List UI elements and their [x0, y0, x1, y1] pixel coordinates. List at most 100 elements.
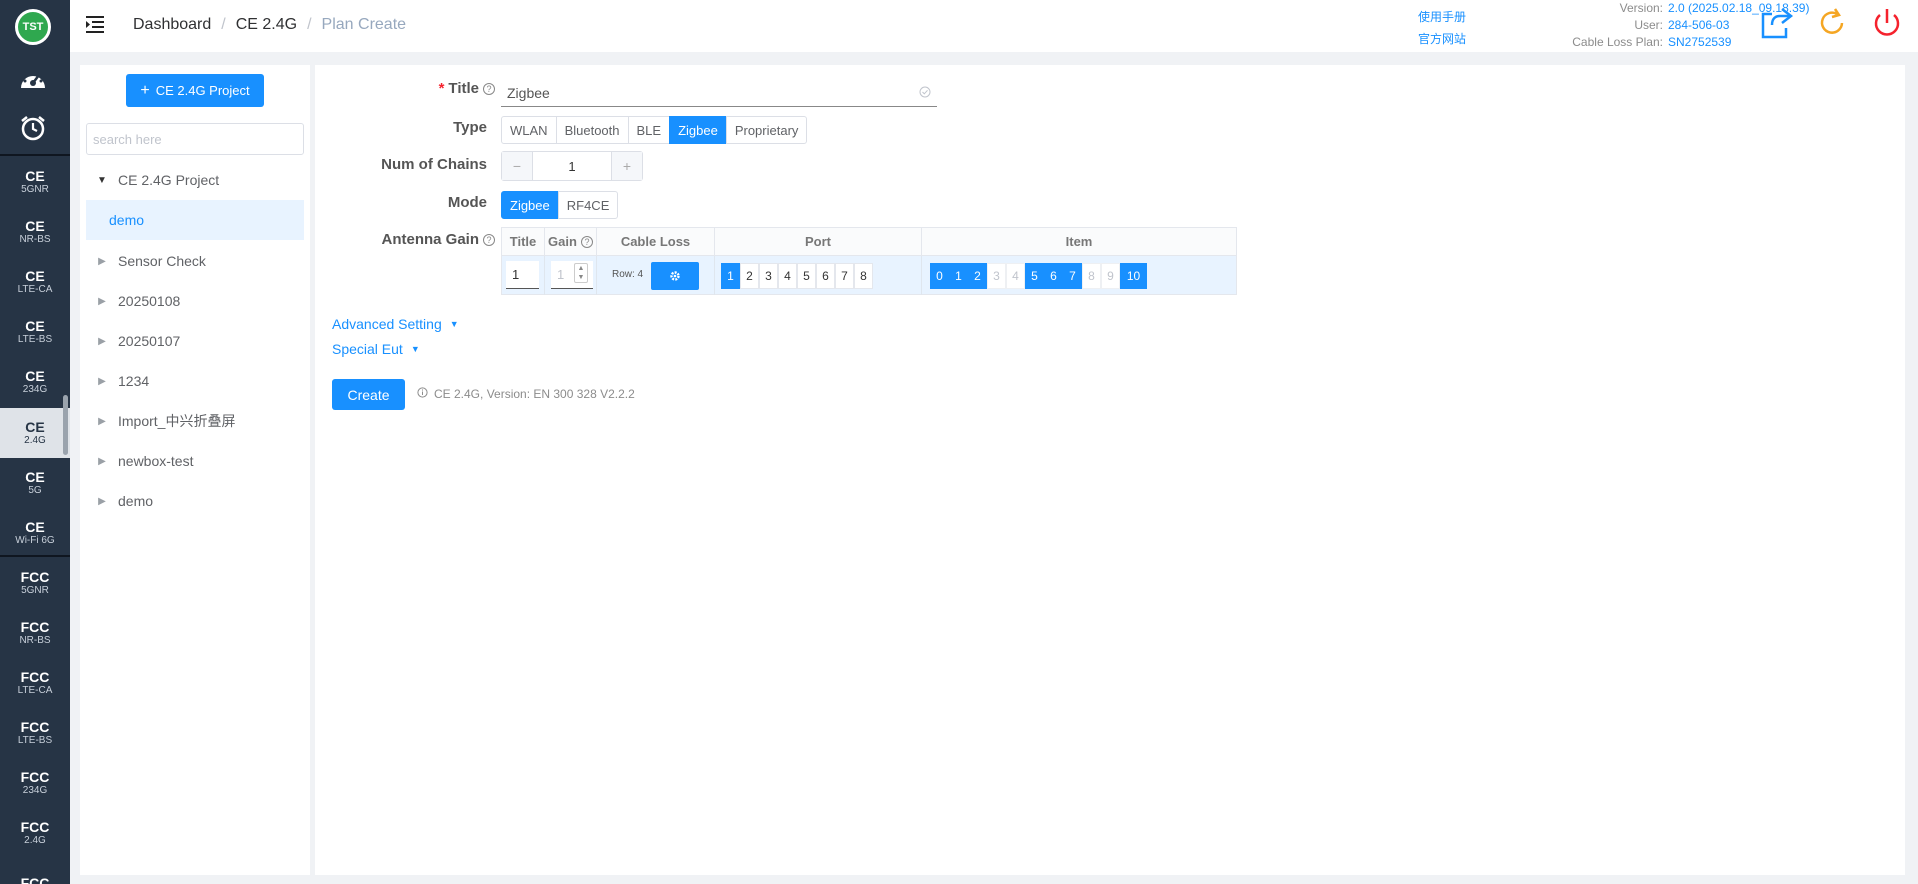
tree-node[interactable]: ▶ 20250108	[86, 281, 304, 321]
item-toggle-1[interactable]: 1	[949, 263, 968, 289]
rail-item-ce-wi-fi-6g[interactable]: CE Wi-Fi 6G	[0, 508, 70, 558]
type-option-proprietary[interactable]: Proprietary	[725, 116, 808, 144]
rail-item-band: 5GNR	[21, 585, 49, 596]
new-project-button[interactable]: + CE 2.4G Project	[126, 74, 264, 107]
port-toggle-6[interactable]: 6	[816, 263, 835, 289]
port-toggle-7[interactable]: 7	[835, 263, 854, 289]
type-option-bluetooth[interactable]: Bluetooth	[555, 116, 629, 144]
cable-loss-plan-value[interactable]: SN2752539	[1668, 34, 1731, 51]
port-toggle-2[interactable]: 2	[740, 263, 759, 289]
item-toggle-0[interactable]: 0	[930, 263, 949, 289]
dashboard-gauge-icon[interactable]	[17, 63, 49, 95]
help-icon[interactable]: ?	[483, 234, 495, 246]
rail-scrollbar[interactable]	[63, 395, 68, 455]
rail-item-fcc-lte-ca[interactable]: FCC LTE-CA	[0, 658, 70, 708]
menu-toggle-icon[interactable]	[86, 15, 108, 37]
rail-item-ce-5gnr[interactable]: CE 5GNR	[0, 157, 70, 207]
item-toggle-9[interactable]: 9	[1101, 263, 1120, 289]
item-toggle-4[interactable]: 4	[1006, 263, 1025, 289]
breadcrumb-dashboard[interactable]: Dashboard	[133, 16, 211, 34]
tree-search-input[interactable]	[86, 123, 304, 155]
caret-right-icon[interactable]: ▶	[94, 416, 110, 427]
port-toggle-3[interactable]: 3	[759, 263, 778, 289]
tree-node[interactable]: demo	[86, 200, 304, 240]
port-toggle-4[interactable]: 4	[778, 263, 797, 289]
breadcrumb-ce24g[interactable]: CE 2.4G	[236, 16, 297, 34]
decrement-button[interactable]: −	[502, 152, 532, 180]
type-option-zigbee[interactable]: Zigbee	[669, 116, 727, 144]
item-toggle-6[interactable]: 6	[1044, 263, 1063, 289]
tree-node[interactable]: ▶ demo	[86, 481, 304, 521]
refresh-icon[interactable]	[1815, 6, 1851, 42]
caret-down-icon[interactable]: ▼	[94, 175, 110, 186]
increment-button[interactable]: +	[612, 152, 642, 180]
mode-option-zigbee[interactable]: Zigbee	[501, 191, 559, 219]
item-toggle-5[interactable]: 5	[1025, 263, 1044, 289]
row-title-input[interactable]: 1	[506, 261, 539, 289]
tree-node[interactable]: ▶ Sensor Check	[86, 241, 304, 281]
port-toggle-8[interactable]: 8	[854, 263, 873, 289]
cable-loss-plan-label: Cable Loss Plan:	[1572, 35, 1663, 49]
tree-node[interactable]: ▼ CE 2.4G Project	[86, 160, 304, 200]
special-eut-toggle[interactable]: Special Eut ▼	[332, 341, 420, 357]
item-toggle-3[interactable]: 3	[987, 263, 1006, 289]
rail-item-fcc-more[interactable]: FCC	[0, 858, 70, 884]
rail-item-ce-lte-ca[interactable]: CE LTE-CA	[0, 257, 70, 307]
tree-node[interactable]: ▶ newbox-test	[86, 441, 304, 481]
rail-item-standard: CE	[25, 318, 45, 334]
item-toggle-7[interactable]: 7	[1063, 263, 1082, 289]
advanced-setting-toggle[interactable]: Advanced Setting ▼	[332, 316, 459, 332]
gain-input[interactable]: 1 ▲ ▼	[551, 261, 593, 289]
power-icon[interactable]	[1870, 6, 1906, 42]
rail-item-ce-5g[interactable]: CE 5G	[0, 458, 70, 508]
caret-right-icon[interactable]: ▶	[94, 296, 110, 307]
chains-stepper[interactable]: − 1 +	[501, 151, 643, 181]
rail-item-ce-nr-bs[interactable]: CE NR-BS	[0, 207, 70, 257]
caret-right-icon[interactable]: ▶	[94, 496, 110, 507]
title-input[interactable]: Zigbee	[501, 79, 937, 107]
rail-item-fcc-234g[interactable]: FCC 234G	[0, 758, 70, 808]
rail-item-ce-lte-bs[interactable]: CE LTE-BS	[0, 307, 70, 357]
help-icon[interactable]: ?	[483, 83, 495, 95]
tree-node[interactable]: ▶ Import_中兴折叠屏	[86, 401, 304, 441]
tree-node-label: 20250108	[118, 293, 181, 309]
cable-row-label: Row: 4	[612, 269, 644, 280]
breadcrumb-separator: /	[307, 16, 312, 33]
alarm-clock-icon[interactable]	[17, 112, 49, 144]
item-toggle-8[interactable]: 8	[1082, 263, 1101, 289]
rail-item-ce-234g[interactable]: CE 234G	[0, 357, 70, 407]
mode-option-rf4ce[interactable]: RF4CE	[557, 191, 619, 219]
rail-item-fcc-lte-bs[interactable]: FCC LTE-BS	[0, 708, 70, 758]
rail-item-ce-2-4g[interactable]: CE 2.4G	[0, 408, 70, 458]
caret-right-icon[interactable]: ▶	[94, 256, 110, 267]
rail-item-fcc-2-4g[interactable]: FCC 2.4G	[0, 808, 70, 858]
item-toggle-10[interactable]: 10	[1120, 263, 1147, 289]
rail-item-standard: FCC	[20, 874, 50, 884]
cable-loss-cell: Row: 4	[597, 256, 715, 295]
official-website-link[interactable]: 官方网站	[1418, 28, 1466, 50]
rail-item-standard: CE	[25, 419, 45, 435]
type-option-ble[interactable]: BLE	[627, 116, 671, 144]
cable-loss-settings-button[interactable]	[651, 262, 699, 290]
help-icon[interactable]: ?	[580, 235, 593, 248]
info-circle-icon	[417, 387, 428, 401]
breadcrumb: Dashboard / CE 2.4G / Plan Create	[133, 16, 406, 34]
item-toggle-2[interactable]: 2	[968, 263, 987, 289]
type-option-wlan[interactable]: WLAN	[501, 116, 557, 144]
create-button[interactable]: Create	[332, 379, 405, 410]
port-toggle-5[interactable]: 5	[797, 263, 816, 289]
port-toggle-1[interactable]: 1	[721, 263, 740, 289]
tst-logo[interactable]: TST	[15, 9, 51, 45]
user-manual-link[interactable]: 使用手册	[1418, 6, 1466, 28]
caret-right-icon[interactable]: ▶	[94, 456, 110, 467]
rail-item-fcc-5gnr[interactable]: FCC 5GNR	[0, 558, 70, 608]
spinner-arrows-icon[interactable]: ▲ ▼	[574, 263, 588, 283]
caret-right-icon[interactable]: ▶	[94, 376, 110, 387]
share-export-icon[interactable]	[1760, 6, 1796, 42]
rail-item-fcc-nr-bs[interactable]: FCC NR-BS	[0, 608, 70, 658]
caret-right-icon[interactable]: ▶	[94, 336, 110, 347]
tree-node[interactable]: ▶ 20250107	[86, 321, 304, 361]
tree-node[interactable]: ▶ 1234	[86, 361, 304, 401]
chains-value[interactable]: 1	[532, 152, 612, 180]
rail-item-standard: CE	[25, 268, 45, 284]
